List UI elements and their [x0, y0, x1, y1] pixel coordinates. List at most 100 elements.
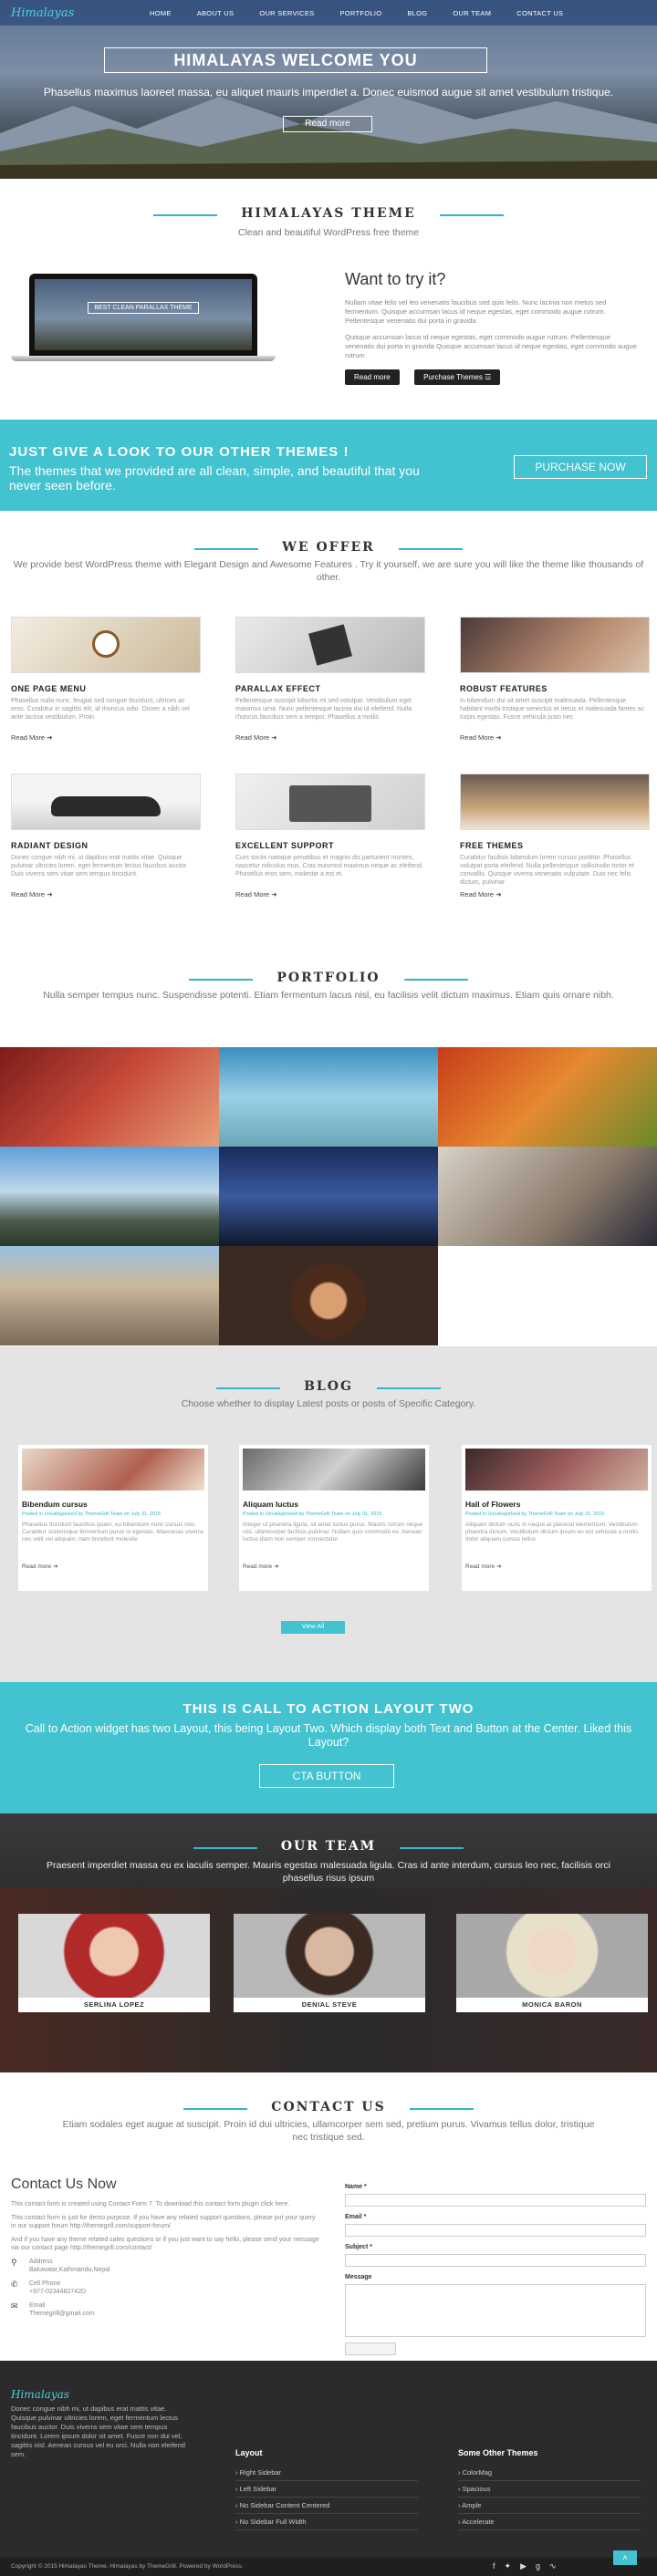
footer-link[interactable]: No Sidebar Content Centered: [235, 2498, 418, 2514]
purchase-themes-label: Purchase Themes: [423, 373, 483, 381]
contact-subtitle: Etiam sodales eget augue at suscipit. Pr…: [62, 2119, 595, 2143]
wine-glasses-image: [460, 617, 650, 673]
offer-item-title: EXCELLENT SUPPORT: [235, 841, 335, 850]
footer-link[interactable]: ColorMag: [458, 2465, 641, 2481]
offer-item-text: Donec congue nibh mi, ut dapibus erat ma…: [11, 855, 188, 878]
blog-read-more-label: Read more: [22, 1563, 52, 1570]
footer-link[interactable]: Accelerate: [458, 2514, 641, 2530]
nav-blog[interactable]: BLOG: [394, 9, 440, 17]
scroll-to-top-button[interactable]: ˄: [613, 2550, 637, 2565]
team-member-name: MONICA BARON: [456, 1998, 648, 2012]
vintage-car-image: [11, 774, 201, 830]
portfolio-item[interactable]: [438, 1147, 657, 1246]
portfolio-item[interactable]: [0, 1047, 219, 1147]
blog-post-image[interactable]: [22, 1449, 204, 1491]
twitter-icon[interactable]: ✦: [505, 2561, 521, 2571]
offer-read-more-link[interactable]: Read More ➜: [460, 890, 650, 898]
nav-our-services[interactable]: OUR SERVICES: [246, 9, 327, 17]
blog-post-card: Bibendum cursus Posted in Uncategorized …: [18, 1445, 208, 1591]
try-it-paragraph-2: Quisque accumsan lacus id neque egestas,…: [345, 333, 637, 359]
contact-paragraph-1: This contact form is created using Conta…: [11, 2201, 290, 2207]
nav-contact-us[interactable]: CONTACT US: [504, 9, 576, 17]
cta-button[interactable]: CTA BUTTON: [259, 1764, 394, 1788]
arrow-right-icon: ➜: [47, 733, 53, 742]
offer-item-title: FREE THEMES: [460, 841, 524, 850]
top-navigation-bar: Himalayas HOME ABOUT US OUR SERVICES POR…: [0, 0, 657, 26]
offer-item-text: Pellentesque suscipit lobortis mi sed vo…: [235, 698, 412, 721]
offer-read-more-link[interactable]: Read More ➜: [460, 733, 650, 742]
footer-link[interactable]: No Sidebar Full Width: [235, 2514, 418, 2530]
offer-read-more-link[interactable]: Read More ➜: [11, 733, 201, 742]
blog-read-more-link[interactable]: Read more ➜: [243, 1563, 425, 1570]
blog-post-image[interactable]: [465, 1449, 648, 1491]
portfolio-item[interactable]: [0, 1147, 219, 1246]
send-button[interactable]: [345, 2342, 396, 2355]
arrow-right-icon: ➜: [271, 890, 277, 898]
contact-heading: CONTACT US: [0, 2100, 657, 2114]
offer-read-more-label: Read More: [460, 890, 495, 898]
blog-post-title[interactable]: Bibendum cursus: [22, 1500, 204, 1509]
map-marker-icon: ⚲: [11, 2258, 17, 2267]
theme-subtitle: Clean and beautiful WordPress free theme: [237, 227, 420, 238]
footer-about: Himalayas Donec congue nibh mi, ut dapib…: [11, 2388, 193, 2459]
message-field[interactable]: [345, 2284, 646, 2337]
name-field[interactable]: [345, 2194, 646, 2207]
offer-item-text: Cum sociis natoque penatibus et magnis d…: [235, 855, 423, 878]
purchase-now-button[interactable]: PURCHASE NOW: [514, 455, 647, 479]
view-all-button[interactable]: View All: [281, 1621, 345, 1634]
copyright-text: Copyright © 2015 Himalayas Theme. Himala…: [11, 2563, 244, 2570]
team-member-card: SERLINA LOPEZ: [18, 1914, 210, 2012]
offer-read-more-link[interactable]: Read More ➜: [235, 733, 425, 742]
portfolio-item[interactable]: [219, 1047, 438, 1147]
address-item: ⚲ Address Baluwatar,Kathmandu,Nepal: [11, 2258, 321, 2274]
portfolio-item[interactable]: [438, 1047, 657, 1147]
blog-post-title[interactable]: Aliquam luctus: [243, 1500, 425, 1509]
notebook-image: [235, 617, 425, 673]
footer-logo[interactable]: Himalayas: [11, 2388, 193, 2401]
nav-about-us[interactable]: ABOUT US: [184, 9, 247, 17]
hero-title: HIMALAYAS WELCOME YOU: [104, 47, 487, 73]
footer-link[interactable]: Right Sidebar: [235, 2465, 418, 2481]
phone-icon: ✆: [11, 2280, 18, 2289]
arrow-right-icon: ➜: [495, 733, 502, 742]
call-to-action-section: THIS IS CALL TO ACTION LAYOUT TWO Call t…: [0, 1682, 657, 1813]
footer-layout-column: Layout Right Sidebar Left Sidebar No Sid…: [235, 2448, 418, 2530]
offer-item: ONE PAGE MENU Phasellus nulla nunc, feug…: [11, 617, 201, 742]
arrow-right-icon: ➜: [495, 890, 502, 898]
nav-our-team[interactable]: OUR TEAM: [440, 9, 504, 17]
footer-link[interactable]: Ample: [458, 2498, 641, 2514]
portfolio-item[interactable]: [219, 1246, 438, 1345]
nav-portfolio[interactable]: PORTFOLIO: [327, 9, 394, 17]
google-plus-icon[interactable]: g: [536, 2561, 549, 2571]
team-member-card: MONICA BARON: [456, 1914, 648, 2012]
nav-home[interactable]: HOME: [137, 9, 184, 17]
blog-read-more-link[interactable]: Read more ➜: [465, 1563, 648, 1570]
subject-field[interactable]: [345, 2254, 646, 2267]
contact-paragraph-3: And if you have any theme related sales …: [11, 2237, 319, 2251]
theme-read-more-button[interactable]: Read more: [345, 369, 400, 385]
offer-read-more-link[interactable]: Read More ➜: [235, 890, 425, 898]
footer-link[interactable]: Left Sidebar: [235, 2481, 418, 2498]
try-it-paragraph-1: Nullam vitae felis vel leo venenatis fau…: [345, 298, 607, 325]
footer-link[interactable]: Spacious: [458, 2481, 641, 2498]
chevron-up-icon: ˄: [622, 2553, 628, 2562]
youtube-icon[interactable]: ▶: [520, 2561, 536, 2571]
blog-post-meta: Posted in Uncategorized by ThemeGrill Te…: [465, 1511, 605, 1517]
hero-read-more-button[interactable]: Read more: [283, 116, 372, 132]
blog-read-more-label: Read more: [243, 1563, 273, 1570]
team-member-name: DENIAL STEVE: [234, 1998, 425, 2012]
arrow-right-icon: ➜: [52, 1563, 58, 1570]
portfolio-item[interactable]: [219, 1147, 438, 1246]
email-value[interactable]: Themegrill@gmail.com: [29, 2311, 95, 2317]
purchase-themes-button[interactable]: Purchase Themes ☲: [414, 369, 501, 385]
rss-icon[interactable]: ∿: [549, 2561, 566, 2571]
portfolio-item[interactable]: [0, 1246, 219, 1345]
blog-post-title[interactable]: Hall of Flowers: [465, 1500, 648, 1509]
email-field[interactable]: [345, 2224, 646, 2237]
laptop-image: BEST CLEAN PARALLAX THEME: [11, 274, 276, 361]
blog-read-more-link[interactable]: Read more ➜: [22, 1563, 204, 1570]
blog-post-image[interactable]: [243, 1449, 425, 1491]
offer-read-more-link[interactable]: Read More ➜: [11, 890, 201, 898]
facebook-icon[interactable]: f: [493, 2561, 505, 2571]
site-logo[interactable]: Himalayas: [11, 6, 120, 20]
